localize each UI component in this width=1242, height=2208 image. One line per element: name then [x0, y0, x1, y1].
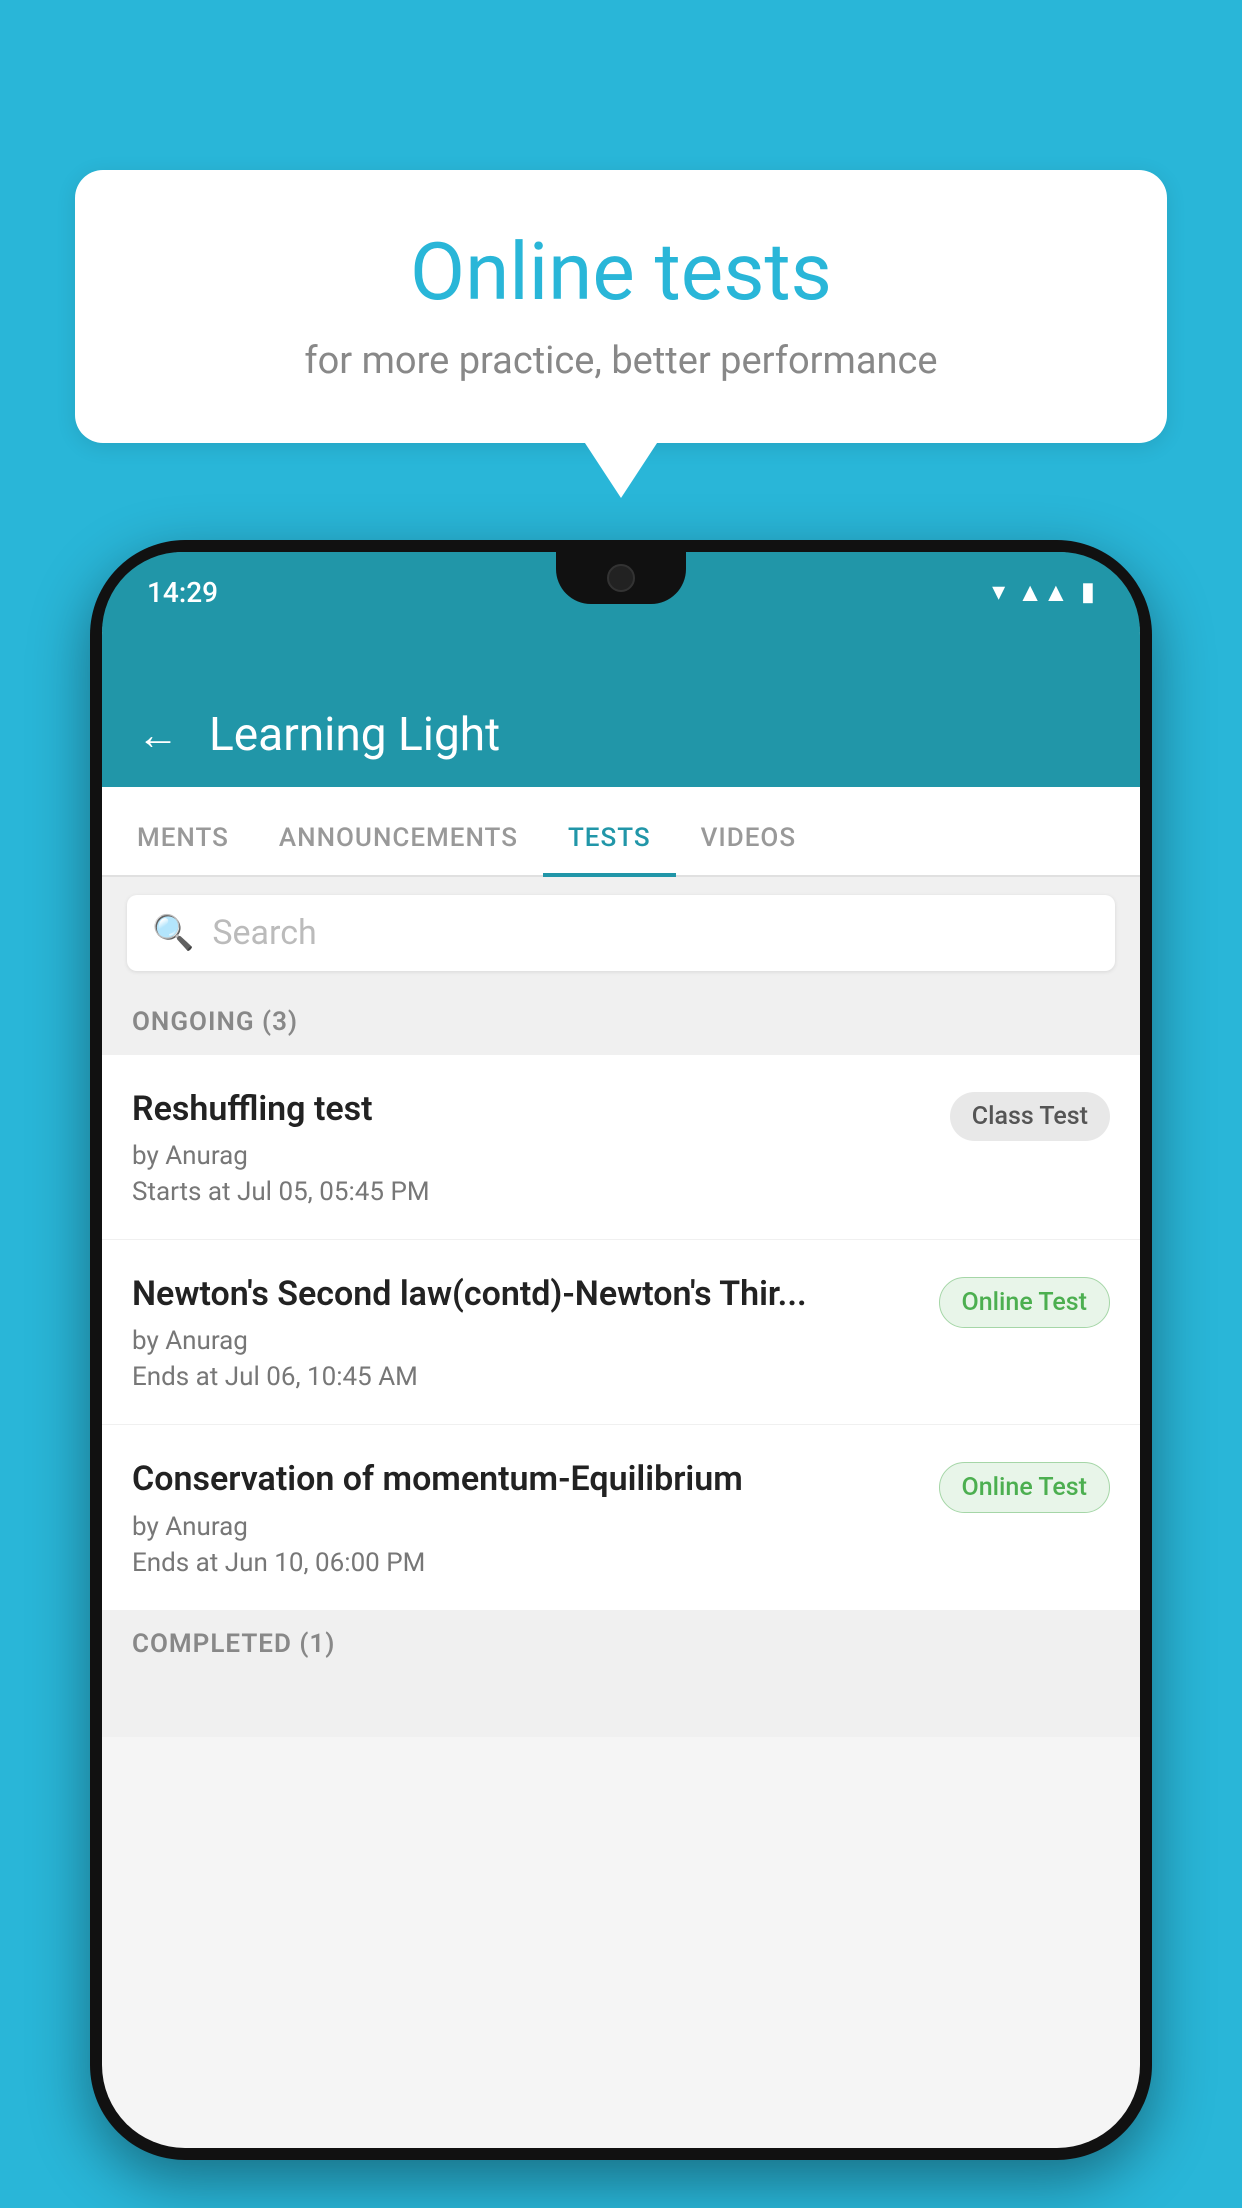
- search-placeholder: Search: [212, 913, 316, 953]
- header-content: ← Learning Light: [137, 708, 500, 767]
- tab-announcements[interactable]: ANNOUNCEMENTS: [254, 823, 543, 877]
- signal-icon: ▲▲: [1017, 577, 1068, 608]
- bubble-title: Online tests: [135, 225, 1107, 319]
- tab-videos[interactable]: VIDEOS: [676, 823, 821, 877]
- test-list: Reshuffling test by Anurag Starts at Jul…: [102, 1055, 1140, 1611]
- bubble-subtitle: for more practice, better performance: [135, 339, 1107, 383]
- back-button[interactable]: ←: [137, 711, 179, 760]
- phone-notch: [556, 552, 686, 604]
- battery-icon: ▮: [1081, 577, 1095, 607]
- bottom-partial: [102, 1677, 1140, 1737]
- search-container: 🔍 Search: [102, 877, 1140, 989]
- tab-ments[interactable]: MENTS: [112, 823, 254, 877]
- test-name-2: Newton's Second law(contd)-Newton's Thir…: [132, 1272, 919, 1316]
- test-item-2[interactable]: Newton's Second law(contd)-Newton's Thir…: [102, 1240, 1140, 1425]
- speech-bubble: Online tests for more practice, better p…: [75, 170, 1167, 443]
- search-icon: 🔍: [152, 913, 194, 953]
- test-info-2: Newton's Second law(contd)-Newton's Thir…: [132, 1272, 939, 1392]
- phone-screen: ← Learning Light MENTS ANNOUNCEMENTS TES…: [102, 552, 1140, 2148]
- status-time: 14:29: [147, 576, 218, 609]
- test-time-1: Starts at Jul 05, 05:45 PM: [132, 1177, 930, 1207]
- test-by-2: by Anurag: [132, 1326, 919, 1356]
- completed-section-header: COMPLETED (1): [102, 1611, 1140, 1677]
- test-item-1[interactable]: Reshuffling test by Anurag Starts at Jul…: [102, 1055, 1140, 1240]
- search-input-wrap[interactable]: 🔍 Search: [127, 895, 1115, 971]
- test-badge-3: Online Test: [939, 1462, 1110, 1513]
- tab-tests[interactable]: TESTS: [543, 823, 676, 877]
- test-info-3: Conservation of momentum-Equilibrium by …: [132, 1457, 939, 1577]
- status-icons: ▾ ▲▲ ▮: [992, 577, 1095, 608]
- test-item-3[interactable]: Conservation of momentum-Equilibrium by …: [102, 1425, 1140, 1610]
- test-badge-2: Online Test: [939, 1277, 1110, 1328]
- camera-dot: [607, 564, 635, 592]
- phone-outer: 14:29 ▾ ▲▲ ▮ ← Learning Light MENTS ANNO: [90, 540, 1152, 2160]
- test-time-2: Ends at Jul 06, 10:45 AM: [132, 1362, 919, 1392]
- test-name-3: Conservation of momentum-Equilibrium: [132, 1457, 919, 1501]
- test-badge-1: Class Test: [950, 1092, 1110, 1141]
- wifi-icon: ▾: [992, 577, 1005, 607]
- test-by-1: by Anurag: [132, 1141, 930, 1171]
- app-header: ← Learning Light: [102, 632, 1140, 787]
- tabs-bar: MENTS ANNOUNCEMENTS TESTS VIDEOS: [102, 787, 1140, 877]
- test-name-1: Reshuffling test: [132, 1087, 930, 1131]
- test-by-3: by Anurag: [132, 1512, 919, 1542]
- phone-wrapper: 14:29 ▾ ▲▲ ▮ ← Learning Light MENTS ANNO: [90, 540, 1152, 2208]
- test-time-3: Ends at Jun 10, 06:00 PM: [132, 1548, 919, 1578]
- test-info-1: Reshuffling test by Anurag Starts at Jul…: [132, 1087, 950, 1207]
- ongoing-section-header: ONGOING (3): [102, 989, 1140, 1055]
- app-title: Learning Light: [209, 708, 500, 762]
